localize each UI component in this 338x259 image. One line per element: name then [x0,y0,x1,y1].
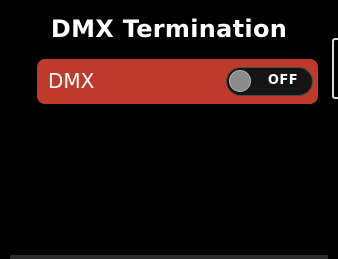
screen: DMX Termination DMX OFF [0,0,338,259]
toggle-knob [229,70,251,92]
setting-label: DMX [48,69,95,93]
dmx-termination-toggle[interactable]: OFF [226,67,313,96]
adjacent-panel-edge [332,38,338,99]
toggle-state-label: OFF [267,73,299,88]
page-title: DMX Termination [50,15,288,43]
bottom-bar [10,255,328,259]
setting-row-dmx[interactable]: DMX OFF [37,59,318,104]
